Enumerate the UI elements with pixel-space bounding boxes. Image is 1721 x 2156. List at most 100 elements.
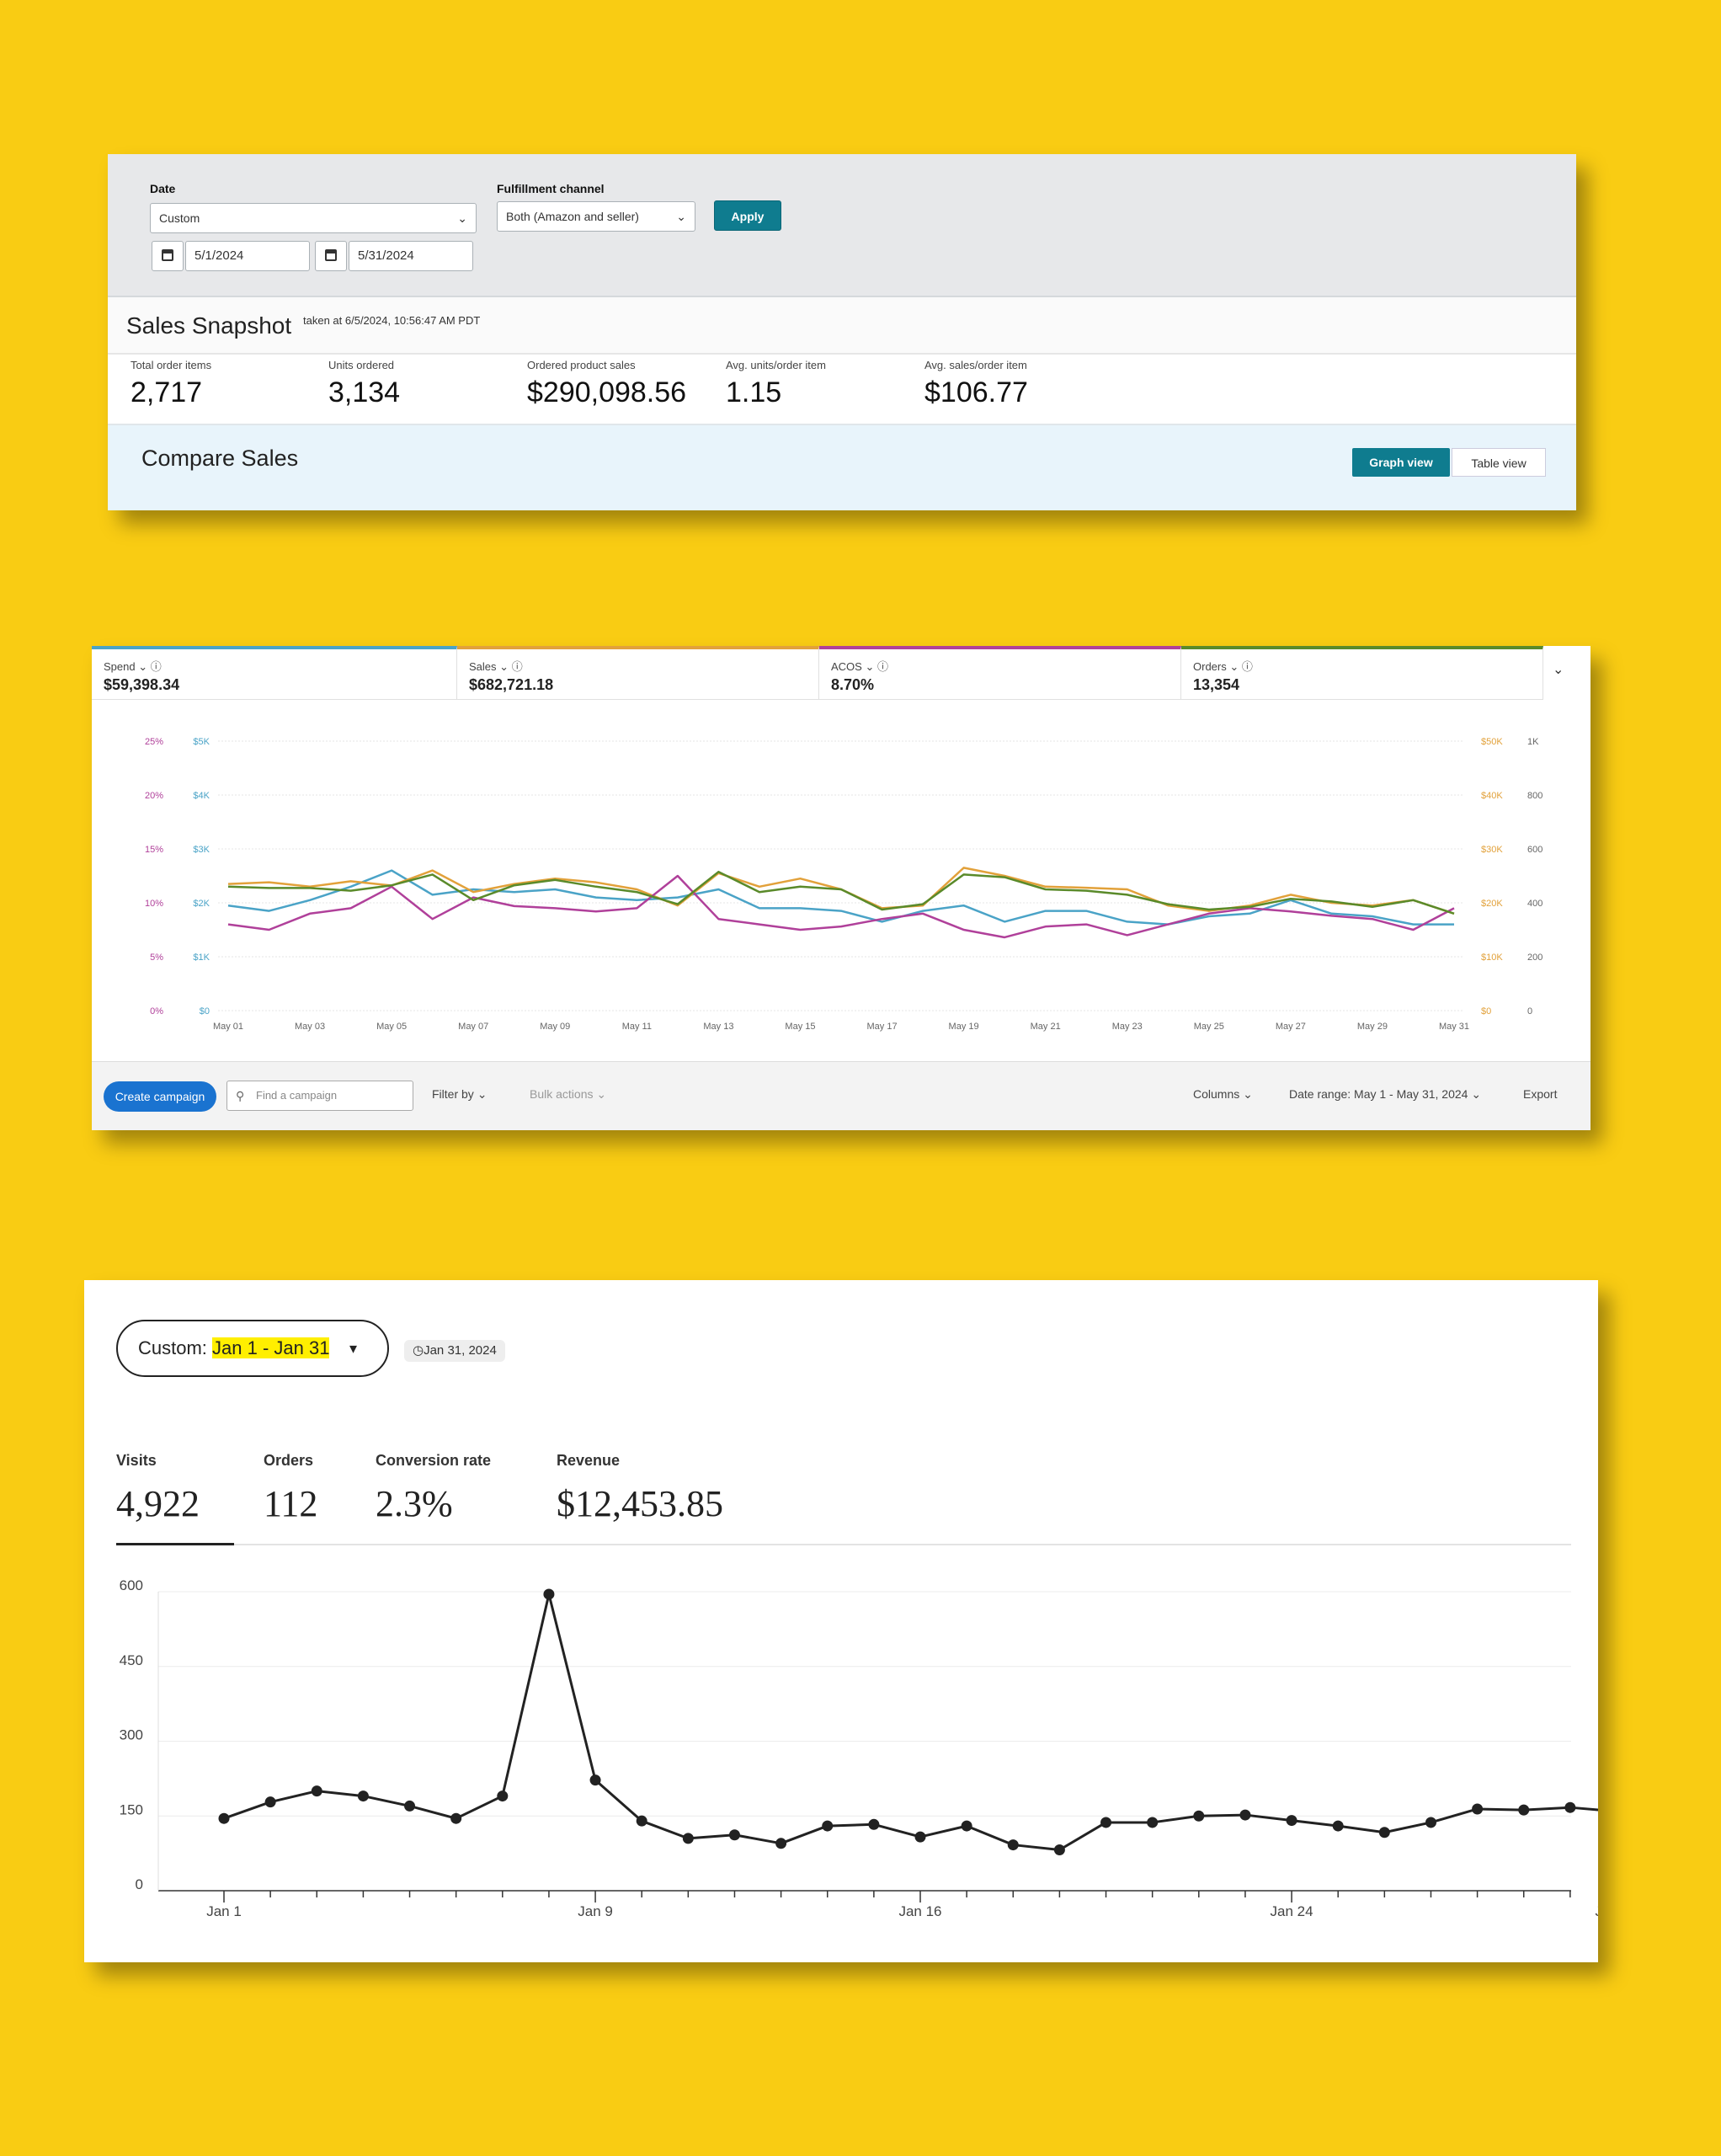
data-point: [1193, 1810, 1205, 1822]
metric-label: Conversion rate: [376, 1452, 492, 1469]
orders-tick-label: 800: [1527, 791, 1543, 801]
range-prefix: Custom:: [138, 1337, 213, 1358]
x-tick-label: May 23: [1112, 1022, 1143, 1032]
filter-by-label: Filter by: [432, 1087, 474, 1101]
metric-label: Visits: [116, 1452, 157, 1469]
x-tick-label: May 25: [1194, 1022, 1224, 1032]
orders-tick-label: 1K: [1527, 737, 1539, 747]
metric-value[interactable]: 2.3%: [376, 1482, 453, 1525]
x-tick-label: May 27: [1276, 1022, 1306, 1032]
x-tick-label: May 13: [703, 1022, 733, 1032]
filter-by-dropdown[interactable]: Filter by ⌄: [432, 1087, 487, 1102]
export-button[interactable]: Export: [1523, 1087, 1557, 1101]
data-point: [1378, 1827, 1390, 1838]
x-tick-label: May 05: [376, 1022, 407, 1032]
calendar-icon[interactable]: [315, 241, 347, 271]
orders-tick-label: 400: [1527, 899, 1543, 909]
x-tick-label: May 19: [949, 1022, 979, 1032]
sales-tick-label: $50K: [1481, 737, 1503, 747]
chevron-down-icon[interactable]: ⌄: [1553, 661, 1564, 678]
data-point: [1564, 1801, 1576, 1813]
tab-value: 8.70%: [831, 676, 875, 693]
sales-tick-label: $0: [1481, 1006, 1491, 1017]
tab-value: $59,398.34: [104, 676, 180, 693]
spend-tick-label: $0: [200, 1006, 210, 1017]
tab-value: 13,354: [1193, 676, 1240, 693]
tab-label: Sales: [469, 660, 497, 673]
end-date-input[interactable]: 5/31/2024: [349, 241, 473, 271]
columns-dropdown[interactable]: Columns ⌄: [1193, 1087, 1253, 1102]
updated-date: Jan 31, 2024: [424, 1343, 497, 1358]
spend-tick-label: $4K: [193, 791, 210, 801]
table-view-button[interactable]: Table view: [1452, 448, 1546, 477]
metric-label: Avg. units/order item: [726, 359, 826, 371]
acos-tick-label: 5%: [150, 953, 163, 963]
metric-tab-sales[interactable]: Sales ⌄ ⓘ $682,721.18: [457, 646, 819, 700]
date-range-selector[interactable]: Custom: Jan 1 - Jan 31 ▾: [116, 1320, 389, 1377]
date-range-label: Date range: May 1 - May 31, 2024: [1289, 1087, 1468, 1101]
tab-label: Spend: [104, 660, 136, 673]
start-date-input[interactable]: 5/1/2024: [185, 241, 310, 271]
metric-value[interactable]: $12,453.85: [557, 1482, 723, 1525]
visits-chart: 0 150 300 450 600 Jan 1 Jan 9 Jan 16 Jan 24 Jan 3…: [120, 1577, 1598, 1919]
snapshot-title: Sales Snapshot: [126, 312, 292, 339]
x-tick-label: Jan 24: [1271, 1903, 1313, 1919]
metric-label: Ordered product sales: [527, 359, 636, 371]
orders-tick-label: 0: [1527, 1006, 1532, 1017]
x-tick-label: Jan 16: [898, 1903, 941, 1919]
chevron-down-icon: ⌄: [477, 1087, 488, 1101]
acos-tick-label: 0%: [150, 1006, 163, 1017]
find-campaign-placeholder: Find a campaign: [256, 1089, 338, 1102]
y-tick-label: 600: [120, 1577, 143, 1593]
data-point: [1100, 1817, 1112, 1828]
apply-button[interactable]: Apply: [714, 200, 781, 231]
snapshot-header: Sales Snapshot taken at 6/5/2024, 10:56:…: [108, 297, 1576, 355]
compare-sales-title: Compare Sales: [141, 446, 299, 471]
x-tick-label: May 07: [458, 1022, 488, 1032]
data-point: [497, 1790, 509, 1802]
metric-value[interactable]: 112: [264, 1482, 317, 1525]
create-campaign-button[interactable]: Create campaign: [104, 1081, 216, 1112]
bulk-actions-dropdown[interactable]: Bulk actions ⌄: [530, 1087, 606, 1102]
x-tick-label: Jan 9: [578, 1903, 613, 1919]
metric-tab-spend[interactable]: Spend ⌄ ⓘ $59,398.34: [92, 646, 457, 700]
metric-tab-orders[interactable]: Orders ⌄ ⓘ 13,354: [1181, 646, 1543, 700]
sales-tick-label: $10K: [1481, 953, 1503, 963]
data-point: [1053, 1844, 1065, 1855]
sales-tick-label: $30K: [1481, 845, 1503, 855]
chevron-down-icon: ⌄: [676, 210, 686, 223]
x-tick-label: May 15: [785, 1022, 815, 1032]
calendar-icon[interactable]: [152, 241, 184, 271]
acos-tick-label: 10%: [145, 899, 163, 909]
data-point: [543, 1588, 555, 1600]
date-select[interactable]: Custom ⌄: [150, 203, 477, 233]
data-point: [218, 1812, 230, 1824]
find-campaign-input[interactable]: ⚲ Find a campaign: [226, 1081, 413, 1111]
data-point: [914, 1831, 926, 1843]
clock-icon: ◷: [413, 1343, 424, 1358]
spend-tick-label: $5K: [193, 737, 210, 747]
chevron-down-icon: ⌄: [499, 660, 509, 673]
y-tick-label: 300: [120, 1727, 143, 1743]
date-range-dropdown[interactable]: Date range: May 1 - May 31, 2024 ⌄: [1289, 1087, 1481, 1102]
x-tick-label: May 29: [1357, 1022, 1388, 1032]
chevron-down-icon: ⌄: [138, 660, 148, 673]
graph-view-button[interactable]: Graph view: [1352, 448, 1450, 477]
data-point: [264, 1796, 276, 1808]
acos-tick-label: 15%: [145, 845, 163, 855]
chevron-down-icon: ⌄: [596, 1087, 607, 1101]
metric-tab-acos[interactable]: ACOS ⌄ ⓘ 8.70%: [819, 646, 1181, 700]
date-label: Date: [150, 182, 176, 195]
x-tick-label: May 17: [866, 1022, 897, 1032]
x-tick-label: Jan 1: [206, 1903, 242, 1919]
fulfillment-select[interactable]: Both (Amazon and seller) ⌄: [497, 201, 695, 232]
metric-value[interactable]: 4,922: [116, 1482, 200, 1525]
data-point: [311, 1785, 322, 1797]
data-point: [1472, 1803, 1484, 1815]
spend-tick-label: $3K: [193, 845, 210, 855]
x-tick-label: May 11: [622, 1022, 652, 1032]
data-point: [775, 1838, 787, 1849]
campaign-toolbar: Create campaign ⚲ Find a campaign Filter…: [92, 1061, 1590, 1130]
x-tick-label: May 21: [1031, 1022, 1061, 1032]
metric-label: Total order items: [131, 359, 212, 371]
